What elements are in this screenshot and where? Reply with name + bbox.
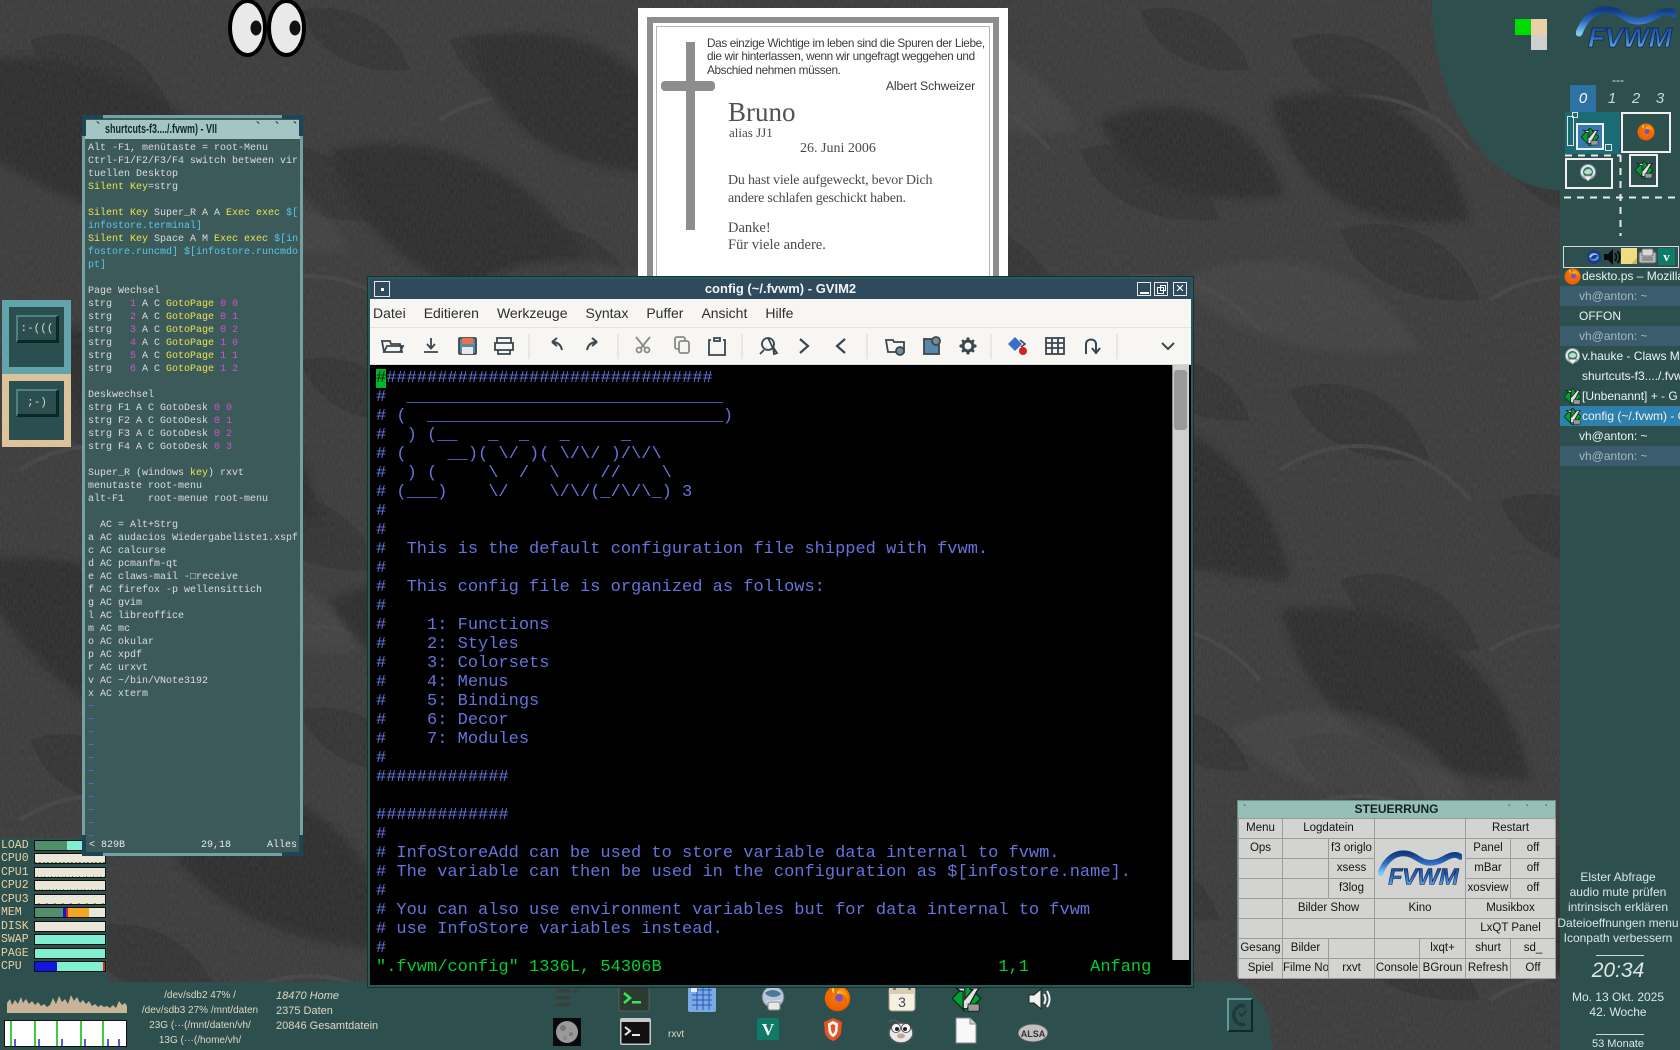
svg-text:V: V xyxy=(762,1020,775,1039)
svg-text:ALSA: ALSA xyxy=(1021,1029,1046,1039)
svg-text:3: 3 xyxy=(898,994,906,1010)
svg-text:v: v xyxy=(1663,249,1670,264)
